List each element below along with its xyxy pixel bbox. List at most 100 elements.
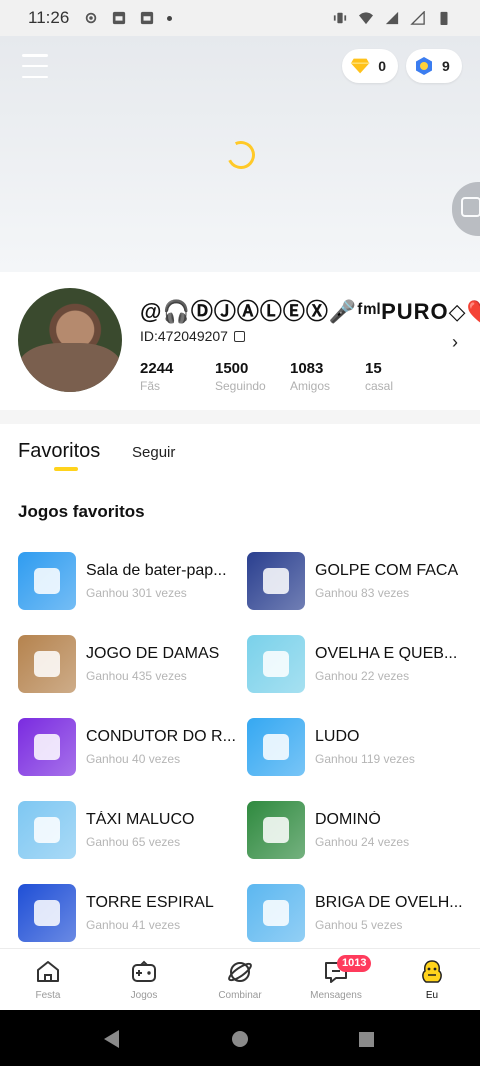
back-icon[interactable]	[104, 1030, 119, 1048]
checkers-icon	[18, 635, 76, 693]
diamond-icon	[350, 58, 370, 74]
nav-label: Jogos	[130, 990, 158, 1001]
game-item[interactable]: JOGO DE DAMAS Ganhou 435 vezes	[18, 631, 246, 697]
recents-icon[interactable]	[359, 1032, 374, 1047]
nav-label: Combinar	[218, 990, 262, 1001]
sheep-fight-icon	[247, 884, 305, 942]
nav-me[interactable]: Eu	[384, 949, 480, 1010]
stat-value: 15	[365, 360, 382, 377]
game-wins: Ganhou 119 vezes	[315, 752, 415, 766]
game-item[interactable]: TÁXI MALUCO Ganhou 65 vezes	[18, 797, 246, 863]
status-bar: 11:26	[0, 0, 480, 36]
house-icon	[37, 961, 59, 982]
app-notification-icon-2	[141, 11, 154, 25]
game-name: OVELHA E QUEB...	[315, 645, 458, 662]
stat-value: 1083	[290, 360, 324, 377]
status-time: 11:26	[28, 8, 70, 27]
settings-notification-icon	[86, 12, 97, 24]
stat-following[interactable]: 1500 Seguindo	[215, 360, 290, 393]
section-title: Jogos favoritos	[18, 502, 145, 521]
stat-value: 2244	[140, 360, 174, 377]
username: @🎧ⒹⒿⒶⓁⒺⓍ🎤ᶠᵐˡPURO◇❤️	[140, 299, 480, 324]
stat-label: casal	[365, 379, 394, 393]
user-id: ID:472049207	[140, 328, 228, 344]
chevron-right-icon[interactable]: ›	[452, 332, 458, 353]
dice-chat-icon	[18, 552, 76, 610]
sheep-puzzle-icon	[247, 635, 305, 693]
spiral-tower-icon	[18, 884, 76, 942]
domino-icon	[247, 801, 305, 859]
game-name: DOMINÓ	[315, 811, 381, 828]
app-notification-icon	[113, 11, 126, 25]
game-item[interactable]: BRIGA DE OVELH... Ganhou 5 vezes	[247, 880, 475, 946]
stat-fans[interactable]: 2244 Fãs	[140, 360, 215, 393]
stat-value: 1500	[215, 360, 249, 377]
wifi-icon	[359, 12, 373, 25]
more-notifications-dot-icon	[167, 15, 173, 21]
game-name: GOLPE COM FACA	[315, 562, 459, 579]
tab-favorites[interactable]: Favoritos	[18, 440, 100, 463]
active-tab-indicator	[54, 467, 78, 471]
planet-icon	[228, 962, 252, 982]
game-item[interactable]: CONDUTOR DO R... Ganhou 40 vezes	[18, 714, 246, 780]
user-id-row[interactable]: ID:472049207	[140, 328, 245, 344]
profile-stats: 2244 Fãs 1500 Seguindo 1083 Amigos 15 casal	[140, 360, 440, 393]
profile-tabs: Favoritos Seguir	[0, 424, 480, 480]
game-wins: Ganhou 40 vezes	[86, 752, 181, 766]
nav-label: Festa	[35, 990, 61, 1001]
vibrate-icon	[333, 12, 347, 24]
nav-label: Mensagens	[310, 990, 362, 1001]
game-item[interactable]: Sala de bater-pap... Ganhou 301 vezes	[18, 548, 246, 614]
game-name: TÁXI MALUCO	[86, 811, 195, 828]
battery-icon	[440, 11, 448, 25]
section-divider	[0, 410, 480, 424]
status-notification-icons	[83, 11, 173, 25]
stat-couple[interactable]: 15 casal	[365, 360, 440, 393]
game-wins: Ganhou 435 vezes	[86, 669, 187, 683]
system-navigation-bar	[0, 1010, 480, 1066]
game-name: JOGO DE DAMAS	[86, 645, 220, 662]
stat-label: Seguindo	[215, 379, 266, 393]
avatar[interactable]	[18, 288, 122, 392]
status-system-icons	[332, 11, 452, 25]
nav-label: Eu	[425, 990, 439, 1001]
nav-match[interactable]: Combinar	[192, 949, 288, 1010]
game-wins: Ganhou 83 vezes	[315, 586, 410, 600]
game-wins: Ganhou 5 vezes	[315, 918, 403, 932]
profile-icon	[422, 960, 442, 983]
game-wins: Ganhou 22 vezes	[315, 669, 410, 683]
gem-coin-icon	[416, 57, 432, 75]
nav-games[interactable]: Jogos	[96, 949, 192, 1010]
game-wins: Ganhou 301 vezes	[86, 586, 187, 600]
diamond-balance[interactable]: 0	[342, 49, 398, 83]
profile-header[interactable]: @🎧ⒹⒿⒶⓁⒺⓍ🎤ᶠᵐˡPURO◇❤️ ID:472049207 › 2244 F…	[0, 272, 480, 410]
signal-icon-2	[410, 11, 425, 25]
knife-icon	[247, 552, 305, 610]
profile-cover: 0 9	[0, 36, 480, 272]
game-item[interactable]: TORRE ESPIRAL Ganhou 41 vezes	[18, 880, 246, 946]
stat-label: Fãs	[140, 379, 161, 393]
ludo-dice-icon	[247, 718, 305, 776]
taxi-icon	[18, 801, 76, 859]
game-name: TORRE ESPIRAL	[86, 894, 214, 911]
floating-edit-button[interactable]	[452, 182, 480, 236]
copy-link-icon[interactable]	[233, 330, 245, 342]
bottom-navigation: Festa Jogos Combinar Mensagens 1013 Eu	[0, 948, 480, 1010]
game-name: Sala de bater-pap...	[86, 562, 227, 579]
unread-badge: 1013	[337, 955, 372, 972]
game-item[interactable]: OVELHA E QUEB... Ganhou 22 vezes	[247, 631, 475, 697]
nav-party[interactable]: Festa	[0, 949, 96, 1010]
coin-balance[interactable]: 9	[406, 49, 462, 83]
home-icon[interactable]	[232, 1031, 248, 1047]
menu-icon[interactable]	[22, 54, 48, 78]
game-name: LUDO	[315, 728, 360, 745]
game-name: CONDUTOR DO R...	[86, 728, 236, 745]
game-item[interactable]: LUDO Ganhou 119 vezes	[247, 714, 475, 780]
tab-follow[interactable]: Seguir	[132, 444, 175, 461]
stat-friends[interactable]: 1083 Amigos	[290, 360, 365, 393]
game-wins: Ganhou 41 vezes	[86, 918, 181, 932]
game-item[interactable]: DOMINÓ Ganhou 24 vezes	[247, 797, 475, 863]
game-item[interactable]: GOLPE COM FACA Ganhou 83 vezes	[247, 548, 475, 614]
nav-messages[interactable]: Mensagens 1013	[288, 949, 384, 1010]
game-wins: Ganhou 24 vezes	[315, 835, 410, 849]
